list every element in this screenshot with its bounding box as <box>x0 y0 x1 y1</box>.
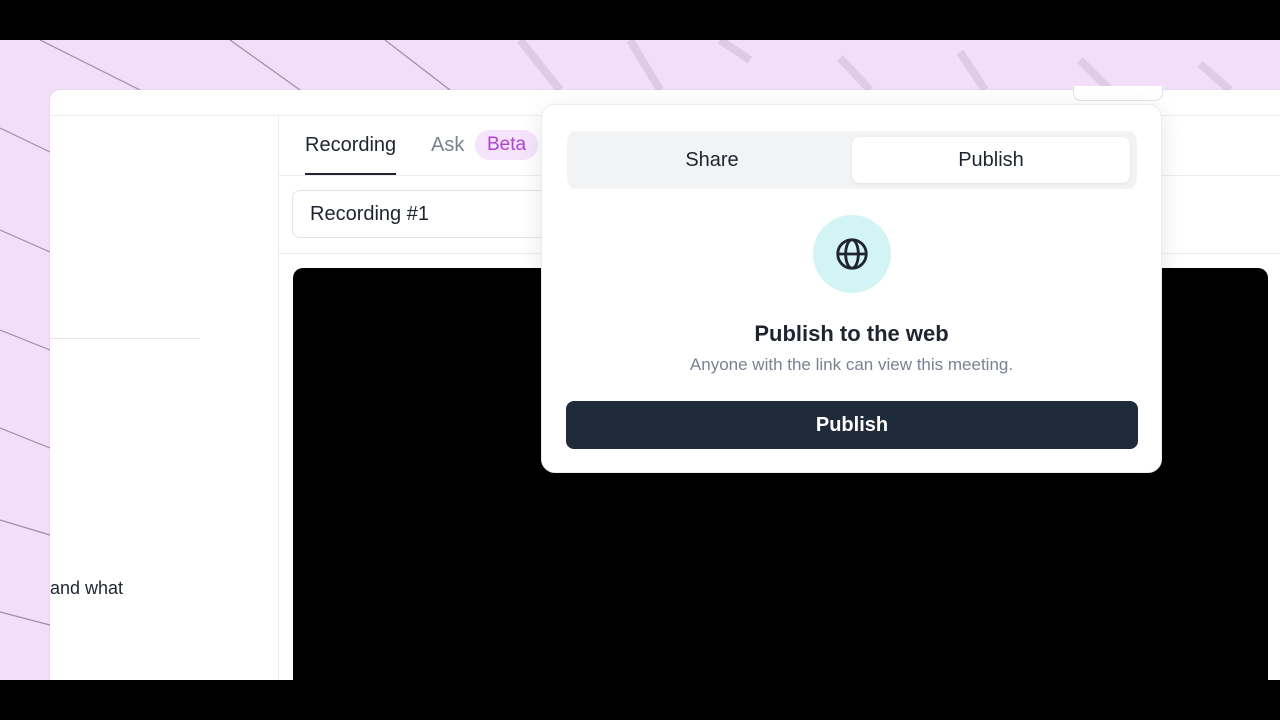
tab-recording[interactable]: Recording <box>305 133 397 175</box>
sidebar-divider <box>50 338 200 339</box>
segment-publish[interactable]: Publish <box>852 137 1130 183</box>
publish-button[interactable]: Publish <box>566 401 1138 449</box>
popover-title: Publish to the web <box>754 321 949 346</box>
globe-icon-circle <box>813 215 891 293</box>
sidebar: and what <box>50 116 279 680</box>
globe-icon <box>836 238 868 270</box>
tab-ask[interactable]: Ask <box>431 133 464 157</box>
share-publish-popover: Share Publish Publish to the web Anyone … <box>541 104 1162 473</box>
topbar-button[interactable] <box>1073 86 1163 101</box>
beta-badge: Beta <box>475 130 539 160</box>
popover-subtitle: Anyone with the link can view this meeti… <box>689 355 1014 374</box>
share-publish-toggle: Share Publish <box>567 131 1137 189</box>
segment-share[interactable]: Share <box>573 137 851 183</box>
sidebar-snippet: and what <box>50 578 124 598</box>
